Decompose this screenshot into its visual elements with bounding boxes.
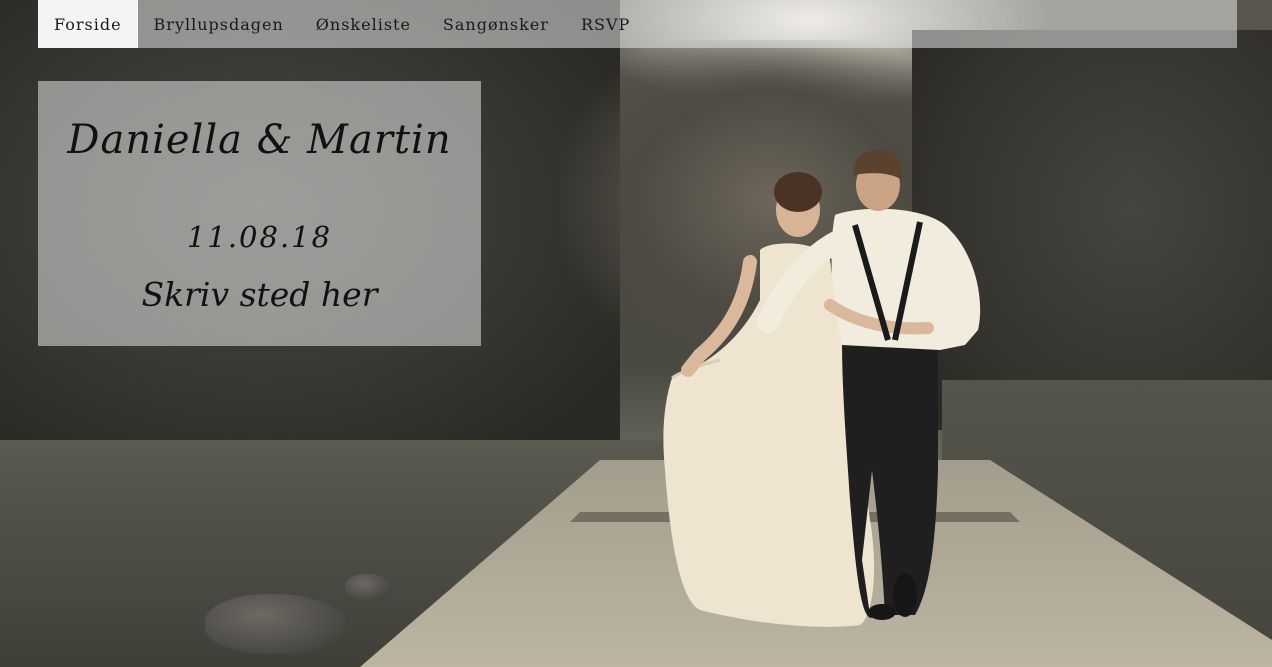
nav-item-rsvp[interactable]: RSVP xyxy=(565,0,646,48)
nav-item-bryllupsdagen[interactable]: Bryllupsdagen xyxy=(138,0,300,48)
wedding-info-box: Daniella & Martin 11.08.18 Skriv sted he… xyxy=(38,81,481,346)
couple-names: Daniella & Martin xyxy=(67,117,452,163)
nav-item-forside[interactable]: Forside xyxy=(38,0,138,48)
hero-background: Forside Bryllupsdagen Ønskeliste Sangøns… xyxy=(0,0,1272,667)
main-nav: Forside Bryllupsdagen Ønskeliste Sangøns… xyxy=(38,0,1237,48)
nav-item-sangonsker[interactable]: Sangønsker xyxy=(427,0,565,48)
wedding-place: Skriv sted her xyxy=(141,275,378,314)
wedding-date: 11.08.18 xyxy=(186,220,333,254)
nav-item-onskeliste[interactable]: Ønskeliste xyxy=(300,0,427,48)
